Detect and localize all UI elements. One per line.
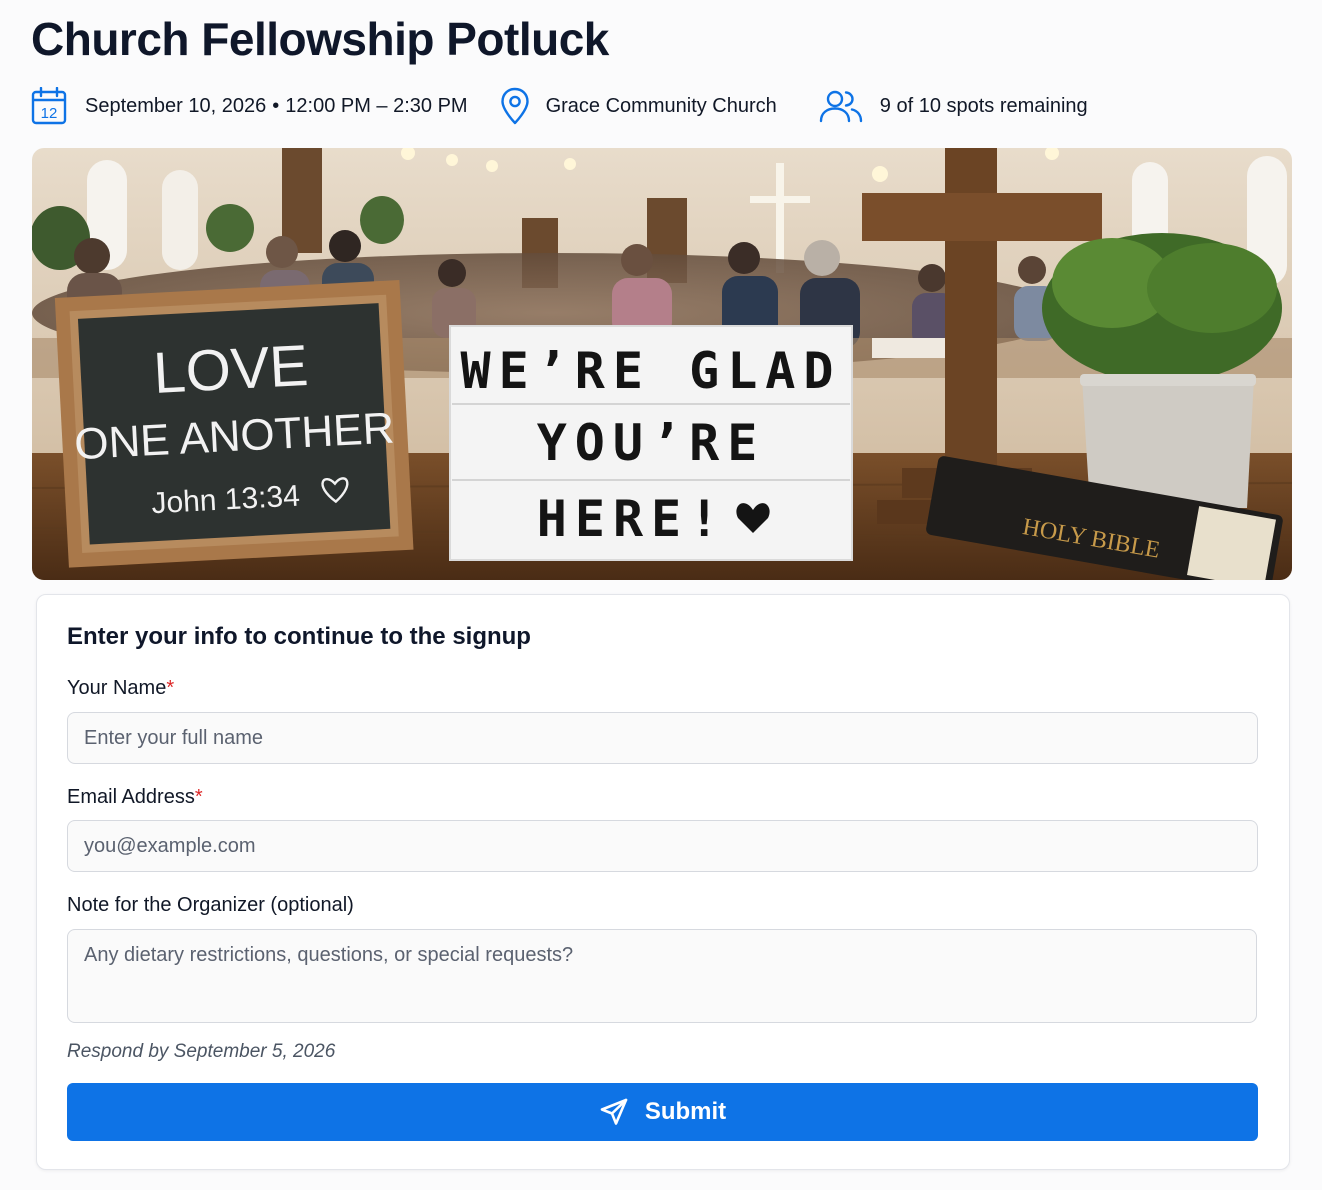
lightbox-line-3: HERE! [537,490,728,548]
event-time: 12:00 PM – 2:30 PM [285,94,468,117]
note-label: Note for the Organizer (optional) [67,894,354,916]
note-textarea[interactable] [67,929,1257,1023]
email-label-text: Email Address [67,786,195,808]
required-marker: * [166,677,175,699]
event-date: September 10, 2026 [85,94,267,117]
page-title: Church Fellowship Potluck [31,13,609,65]
response-deadline: Respond by September 5, 2026 [67,1041,336,1062]
lightbox-sign: WE’RE GLAD YOU’RE HERE! [449,325,853,561]
event-datetime: 12 September 10, 2026 • 12:00 PM – 2:30 … [31,87,468,125]
event-hero-image: LOVE ONE ANOTHER John 13:34 WE’RE GLAD Y… [32,148,1292,580]
chalkboard-sign: LOVE ONE ANOTHER John 13:34 [54,279,414,568]
name-label: Your Name* [67,677,174,700]
calendar-icon: 12 [31,87,67,125]
send-icon [599,1097,645,1127]
map-pin-icon [500,87,530,125]
signup-form-card: Enter your info to continue to the signu… [36,594,1290,1170]
email-label: Email Address* [67,786,203,809]
event-location: Grace Community Church [500,87,777,125]
name-label-text: Your Name [67,677,167,699]
required-marker: * [194,786,203,808]
chalkboard-line-1: LOVE [152,333,310,406]
event-meta: 12 September 10, 2026 • 12:00 PM – 2:30 … [31,84,1088,128]
lightbox-line-2: YOU’RE [537,414,766,472]
email-input[interactable] [67,820,1258,872]
name-input[interactable] [67,712,1258,764]
form-heading: Enter your info to continue to the signu… [67,623,531,650]
submit-button[interactable]: Submit [67,1083,1258,1141]
event-spots: 9 of 10 spots remaining [819,89,1088,123]
meta-separator: • [272,94,280,117]
submit-label: Submit [644,1098,727,1125]
svg-text:12: 12 [41,105,58,122]
users-icon [819,89,863,123]
spots-remaining: 9 of 10 spots remaining [879,94,1088,117]
lightbox-line-1: WE’RE GLAD [460,342,841,400]
location-name: Grace Community Church [545,94,777,117]
